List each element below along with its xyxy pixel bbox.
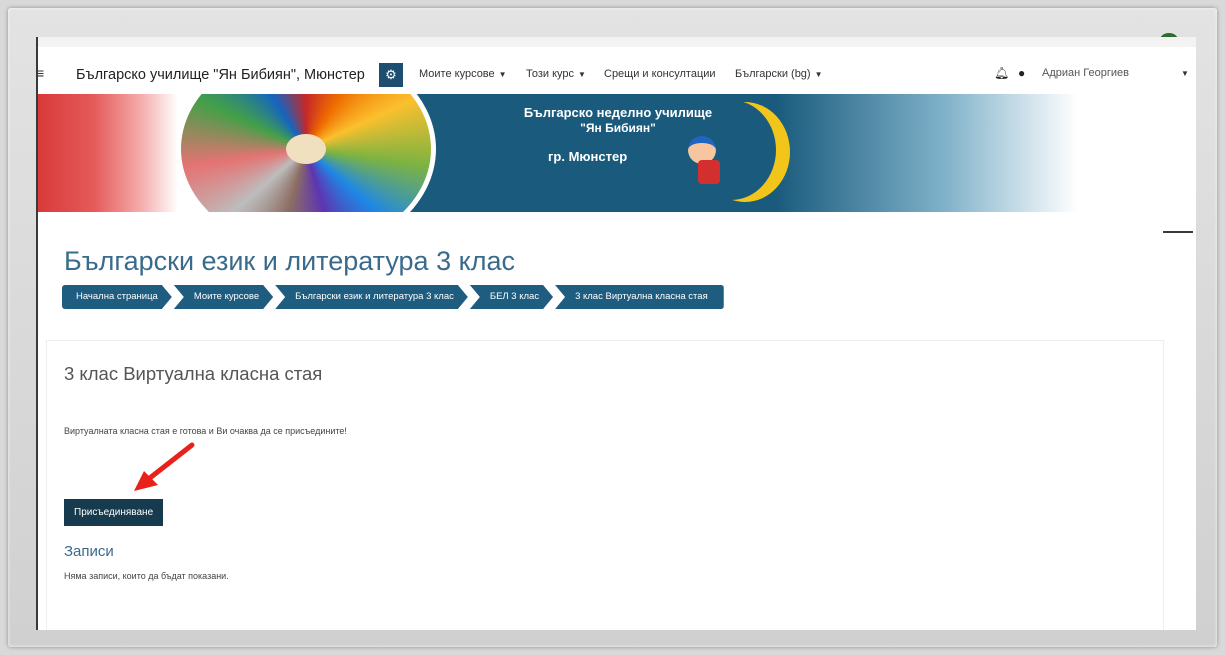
boy-illustration-body <box>698 160 720 184</box>
nav-meetings-label: Срещи и консултации <box>604 68 716 80</box>
chat-bubble-icon[interactable]: ● <box>1018 66 1025 80</box>
activity-description: Виртуалната класна стая е готова и Ви оч… <box>64 426 347 436</box>
nav-this-course[interactable]: Този курс ▼ <box>526 68 586 80</box>
activity-title: 3 клас Виртуална класна стая <box>64 363 323 384</box>
chevron-down-icon: ▼ <box>814 70 823 79</box>
red-arrow-icon <box>134 442 195 491</box>
site-name-link[interactable]: Българско училище "Ян Бибиян", Мюнстер <box>76 67 365 83</box>
bell-icon[interactable]: 🔔︎ <box>994 66 1009 80</box>
banner-city: гр. Мюнстер <box>548 149 628 164</box>
breadcrumb-my-courses[interactable]: Моите курсове <box>174 285 273 309</box>
breadcrumb: Начална страница Моите курсове Български… <box>62 285 726 309</box>
course-banner: Българско неделно училище "Ян Бибиян" гр… <box>38 94 1078 212</box>
page-title: Български език и литература 3 клас <box>64 246 515 276</box>
join-button[interactable]: Присъединяване <box>64 499 164 526</box>
breadcrumb-course[interactable]: Български език и литература 3 клас <box>275 285 468 309</box>
nav-my-courses[interactable]: Моите курсове ▼ <box>419 68 507 80</box>
breadcrumb-home[interactable]: Начална страница <box>62 285 172 309</box>
nav-this-course-label: Този курс <box>526 68 575 80</box>
nav-language-label: Български (bg) <box>735 68 811 80</box>
hamburger-menu-icon[interactable]: ≡ <box>36 65 44 81</box>
top-navbar: Българско училище "Ян Бибиян", Мюнстер ⚙… <box>38 57 1196 93</box>
nav-meetings[interactable]: Срещи и консултации <box>604 68 716 80</box>
breadcrumb-section[interactable]: БЕЛ 3 клас <box>470 285 553 309</box>
chevron-down-icon: ▼ <box>578 70 586 79</box>
banner-red-stripe <box>38 94 178 212</box>
breadcrumb-current[interactable]: 3 клас Виртуална класна стая <box>555 285 724 309</box>
user-menu[interactable]: Адриан Георгиев <box>1042 67 1129 79</box>
pencils-center <box>286 134 326 164</box>
browser-url-strip <box>38 37 1196 47</box>
recordings-empty-message: Няма записи, които да бъдат показани. <box>64 571 229 581</box>
recordings-heading: Записи <box>64 543 114 560</box>
nav-my-courses-label: Моите курсове <box>419 68 495 80</box>
window-edge-mark <box>1163 231 1193 233</box>
chevron-down-icon[interactable]: ▼ <box>1181 69 1189 78</box>
nav-language[interactable]: Български (bg) ▼ <box>735 68 823 80</box>
gear-icon[interactable]: ⚙ <box>379 63 403 87</box>
browser-viewport: Българско училище "Ян Бибиян", Мюнстер ⚙… <box>36 37 1196 630</box>
chevron-down-icon: ▼ <box>498 70 507 79</box>
